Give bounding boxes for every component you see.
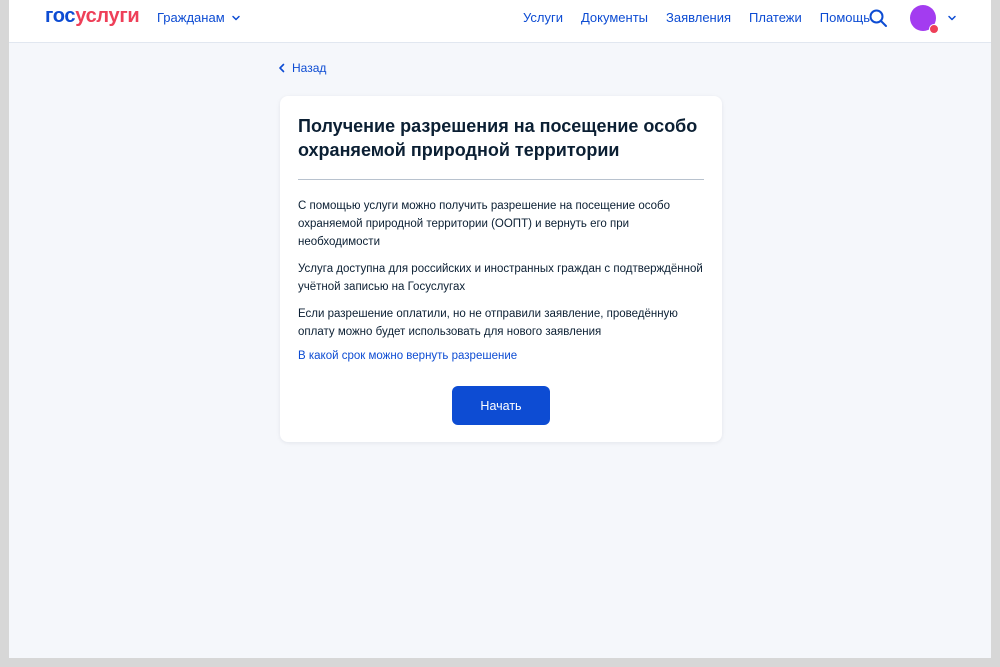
logo-part-2: услуги — [75, 5, 140, 27]
gosuslugi-logo[interactable]: госуслуги — [45, 5, 140, 28]
nav-item-services[interactable]: Услуги — [523, 10, 563, 25]
chevron-left-icon — [279, 63, 285, 73]
refund-terms-link[interactable]: В какой срок можно вернуть разрешение — [298, 350, 517, 362]
back-label: Назад — [292, 61, 327, 75]
nav-item-help[interactable]: Помощь — [820, 10, 870, 25]
chevron-down-icon — [231, 15, 240, 20]
chevron-down-icon — [948, 15, 956, 21]
nav-item-documents[interactable]: Документы — [581, 10, 648, 25]
service-description: С помощью услуги можно получить разрешен… — [298, 200, 671, 248]
audience-label: Гражданам — [157, 10, 225, 25]
header: госуслуги Гражданам Услуги Документы Зая… — [9, 0, 991, 43]
nav-item-payments[interactable]: Платежи — [749, 10, 802, 25]
availability-note: Услуга доступна для российских и иностра… — [298, 263, 703, 293]
notification-dot — [929, 24, 939, 34]
main-nav: Услуги Документы Заявления Платежи Помощ… — [523, 10, 870, 25]
nav-item-applications[interactable]: Заявления — [666, 10, 731, 25]
search-icon[interactable] — [868, 8, 888, 28]
back-link[interactable]: Назад — [278, 61, 326, 75]
page: госуслуги Гражданам Услуги Документы Зая… — [9, 0, 991, 658]
divider — [298, 179, 704, 180]
audience-selector[interactable]: Гражданам — [157, 10, 241, 25]
profile-menu[interactable] — [910, 4, 966, 34]
start-button[interactable]: Начать — [452, 386, 550, 425]
logo-part-1: гос — [45, 5, 76, 27]
service-card: Получение разрешения на посещение особо … — [280, 96, 722, 442]
payment-note: Если разрешение оплатили, но не отправил… — [298, 308, 678, 338]
service-title: Получение разрешения на посещение особо … — [298, 116, 698, 160]
